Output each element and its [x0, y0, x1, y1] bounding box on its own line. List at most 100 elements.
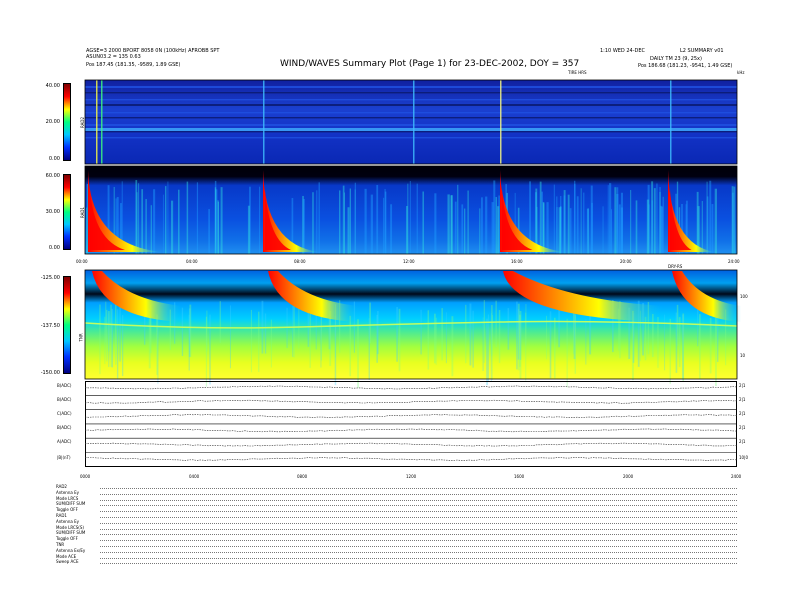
rad1-streak: [384, 191, 387, 254]
rad1-streak: [196, 182, 199, 254]
tnr-streak: [495, 300, 497, 348]
tnr-streak: [110, 304, 112, 367]
tnr-streak: [715, 317, 717, 387]
hk-row-right: 10|0: [739, 455, 748, 460]
footer-label: RAD2: [56, 484, 67, 489]
footer-label: Mode LRCS(S): [56, 524, 84, 530]
tnr-streak: [320, 310, 322, 368]
rad1-streak: [583, 192, 585, 254]
hk-xtick: 0000: [80, 474, 91, 479]
rad2-streak: [500, 80, 502, 164]
rad1-streak: [383, 197, 385, 254]
tnr-streak: [309, 313, 311, 368]
tnr-streak: [292, 305, 294, 357]
rad1-streak: [259, 186, 261, 254]
rad1-streak: [150, 205, 152, 254]
tnr-streak: [270, 319, 272, 368]
rad2-band: [85, 99, 737, 101]
footer-row: Toggle OFF: [56, 536, 737, 542]
rad1-streak: [491, 202, 494, 254]
rad1-streak: [464, 208, 466, 254]
rad1-streak: [247, 205, 250, 254]
hk-xtick: 0800: [297, 474, 308, 479]
footer-label: SUM/DIFF SUM: [56, 530, 86, 536]
hk-row-label: C(ADC): [57, 411, 72, 416]
rad2-band: [85, 92, 737, 94]
rad1-streak: [302, 199, 305, 254]
hk-row-label: B(ADC): [57, 397, 72, 402]
tnr-streak: [376, 314, 378, 363]
tnr-streak: [398, 308, 401, 372]
rad1-streak: [167, 181, 169, 254]
tnr-streak: [258, 311, 260, 372]
rad1-streak: [646, 199, 650, 254]
rad1-streak: [318, 182, 320, 254]
rad1-streak: [586, 208, 589, 254]
tnr-streak: [420, 309, 422, 355]
rad1-streak: [485, 196, 488, 254]
rad1-streak: [390, 204, 393, 254]
footer-row: SUM/DIFF SUM: [56, 501, 737, 507]
tnr-streak: [434, 313, 436, 364]
tnr-streak: [465, 304, 467, 364]
rad1-streak: [553, 184, 555, 254]
tnr-streak: [678, 317, 681, 368]
tnr-right-tick: 100: [740, 294, 748, 299]
hk-trace: [85, 442, 737, 447]
footer-label: Toggle OFF: [56, 507, 78, 513]
tnr-streak: [709, 318, 712, 374]
footer-label: Sweep ACE: [56, 559, 79, 565]
rad1-streak: [653, 188, 656, 254]
hk-trace: [85, 414, 737, 418]
hk-xtick: 2000: [623, 474, 634, 479]
rad2-band: [85, 117, 737, 119]
tnr-streak: [553, 317, 556, 379]
tnr-streak: [99, 304, 101, 375]
tnr-streak: [469, 303, 472, 366]
hk-xtick: 0400: [189, 474, 200, 479]
footer-label: Mode LRCS: [56, 495, 79, 501]
rad1-streak: [339, 190, 341, 254]
rad1-streak: [616, 194, 619, 254]
rad1-streak: [145, 199, 147, 254]
rad1-streak: [701, 200, 703, 254]
tnr-streak: [486, 318, 488, 386]
rad1-streak: [580, 188, 582, 254]
hk-row-label: B(ADC): [57, 383, 72, 388]
rad1-streak: [364, 188, 367, 254]
tnr-streak: [566, 318, 568, 388]
tnr-streak: [487, 314, 489, 382]
rad1-streak: [467, 190, 469, 254]
rad1-streak: [731, 186, 734, 254]
footer-row: TNR: [56, 542, 737, 547]
tnr-streak: [491, 305, 493, 356]
hk-row-right: 2|1: [739, 439, 746, 444]
tnr-streak: [427, 310, 430, 370]
footer-dotted-line: [100, 563, 737, 565]
tnr-streak: [206, 310, 208, 352]
tnr-streak: [329, 310, 332, 366]
rad1-streak: [479, 208, 481, 254]
footer-label: RAD1: [56, 513, 67, 518]
tnr-streak: [116, 309, 119, 379]
tnr-streak: [483, 300, 485, 363]
rad2-band: [85, 137, 737, 139]
tnr-streak: [482, 317, 484, 371]
rad2-streak: [670, 80, 672, 164]
footer-row: SUM/DIFF SUM: [56, 530, 737, 536]
hk-row-right: 2|1: [739, 383, 746, 388]
rad1-streak: [711, 204, 714, 254]
tnr-streak: [546, 315, 547, 360]
rad1-streak: [447, 194, 450, 254]
rad1-streak: [574, 183, 576, 254]
rad1-streak: [312, 192, 314, 254]
rad1-streak: [576, 196, 579, 254]
footer-row: Mode ACE: [56, 554, 737, 559]
tnr-streak: [105, 301, 107, 343]
rad1-streak: [556, 196, 558, 254]
tnr-streak: [445, 312, 447, 364]
rad1-streak: [178, 189, 180, 254]
footer-label: TNR: [56, 542, 65, 547]
hk-trace: [85, 457, 737, 461]
rad1-streak: [497, 206, 500, 254]
